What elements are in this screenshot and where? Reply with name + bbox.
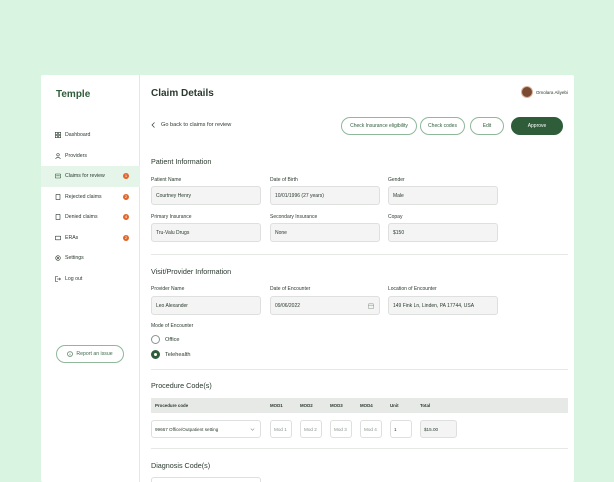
report-issue-label: Report an issue	[76, 351, 113, 357]
encounter-date-label: Date of Encounter	[270, 286, 311, 292]
primary-insurance-label: Primary Insurance	[151, 214, 192, 220]
sidebar-item-denied-claims[interactable]: Denied claims 4	[41, 207, 140, 228]
logout-icon	[55, 275, 61, 282]
procedure-code-value: 99667 Office/Outpatient setting	[155, 426, 219, 432]
location-field[interactable]: 149 Fink Ln, Linden, PA 17744, USA	[388, 296, 498, 315]
column-header: MOD1	[270, 403, 283, 408]
grid-icon	[55, 132, 61, 139]
gender-label: Gender	[388, 177, 405, 183]
calendar-icon[interactable]	[368, 303, 374, 309]
avatar	[520, 86, 533, 98]
patient-section-title: Patient Information	[151, 157, 212, 166]
radio-button-checked[interactable]	[151, 350, 160, 359]
sidebar-item-label: Denied claims	[65, 214, 98, 221]
user-menu[interactable]: Omolara Aliyebi	[520, 86, 568, 98]
radio-label: Office	[165, 336, 180, 343]
radio-office[interactable]: Office	[151, 335, 180, 344]
sidebar-nav: Dashboard Providers Claims for review 1 …	[41, 125, 140, 289]
user-name: Omolara Aliyebi	[535, 89, 568, 95]
back-link[interactable]: Go back to claims for review	[151, 122, 231, 128]
gender-field[interactable]: Male	[388, 186, 498, 205]
check-insurance-button[interactable]: Check Insurance eligibility	[341, 117, 417, 135]
divider	[151, 448, 568, 449]
secondary-insurance-field[interactable]: None	[270, 223, 380, 242]
procedure-section-title: Procedure Code(s)	[151, 381, 212, 390]
chevron-down-icon	[250, 428, 255, 431]
sidebar-item-label: Rejected claims	[65, 193, 102, 200]
count-badge: 2	[123, 234, 129, 241]
copay-field[interactable]: $150	[388, 223, 498, 242]
total-field: $15.00	[420, 420, 457, 438]
radio-label: Telehealth	[165, 351, 191, 358]
sidebar-item-claims-for-review[interactable]: Claims for review 1	[41, 166, 140, 187]
divider	[151, 369, 568, 370]
mode-of-encounter-label: Mode of Encounter	[151, 323, 194, 329]
document-icon	[55, 193, 61, 200]
provider-name-field[interactable]: Leo Alexander	[151, 296, 261, 315]
count-badge: 4	[123, 214, 129, 220]
unit-input[interactable]: 1	[390, 420, 412, 438]
location-label: Location of Encounter	[388, 286, 437, 292]
page-title: Claim Details	[151, 88, 214, 99]
sidebar-item-rejected-claims[interactable]: Rejected claims 2	[41, 187, 140, 208]
brand-logo[interactable]: Temple	[56, 89, 90, 100]
sidebar-item-label: Providers	[65, 152, 87, 159]
sidebar-item-label: Claims for review	[65, 173, 105, 180]
main-content: Claim Details Omolara Aliyebi Go back to…	[140, 75, 574, 482]
sidebar-item-logout[interactable]: Log out	[41, 269, 140, 290]
encounter-date-field[interactable]: 09/06/2022	[270, 296, 380, 315]
chevron-left-icon	[151, 122, 155, 128]
dob-label: Date of Birth	[270, 177, 298, 183]
patient-name-field[interactable]: Courtney Henry	[151, 186, 261, 205]
sidebar-item-label: Settings	[65, 255, 84, 262]
mod1-input[interactable]: Mod 1	[270, 420, 292, 438]
check-codes-button[interactable]: Check codes	[420, 117, 465, 135]
diagnosis-code-input[interactable]	[151, 477, 261, 482]
sidebar-item-providers[interactable]: Providers	[41, 146, 140, 167]
copay-label: Copay	[388, 214, 403, 220]
column-header: Unit	[390, 403, 399, 408]
users-icon	[55, 152, 61, 159]
procedure-table-header: Procedure code MOD1 MOD2 MOD3 MOD4 Unit …	[151, 398, 568, 413]
sidebar-item-eras[interactable]: ERAs 2	[41, 228, 140, 249]
column-header: MOD4	[360, 403, 373, 408]
report-issue-button[interactable]: Report an issue	[56, 345, 124, 363]
mod3-input[interactable]: Mod 3	[330, 420, 352, 438]
claims-icon	[55, 173, 61, 179]
card-icon	[55, 235, 61, 241]
sidebar-item-label: ERAs	[65, 234, 79, 241]
visit-section-title: Visit/Provider Information	[151, 267, 232, 276]
radio-telehealth[interactable]: Telehealth	[151, 350, 191, 359]
gear-icon	[55, 255, 61, 261]
column-header: Total	[420, 403, 431, 408]
mod4-input[interactable]: Mod 4	[360, 420, 382, 438]
provider-name-label: Provider Name	[151, 286, 185, 292]
primary-insurance-field[interactable]: Tru-Valu Drugs	[151, 223, 261, 242]
column-header: Procedure code	[155, 403, 189, 408]
sidebar-item-dashboard[interactable]: Dashboard	[41, 125, 140, 146]
secondary-insurance-label: Secondary Insurance	[270, 214, 318, 220]
document-icon	[55, 214, 61, 221]
divider	[151, 254, 568, 255]
approve-button[interactable]: Approve	[511, 117, 563, 135]
procedure-code-select[interactable]: 99667 Office/Outpatient setting	[151, 420, 261, 438]
radio-button[interactable]	[151, 335, 160, 344]
diagnosis-section-title: Diagnosis Code(s)	[151, 461, 211, 470]
patient-name-label: Patient Name	[151, 177, 182, 183]
encounter-date-value: 09/06/2022	[275, 302, 301, 309]
edit-button[interactable]: Edit	[470, 117, 504, 135]
sidebar-item-label: Log out	[65, 275, 83, 282]
mod2-input[interactable]: Mod 2	[300, 420, 322, 438]
back-link-label: Go back to claims for review	[161, 122, 232, 128]
sidebar-item-settings[interactable]: Settings	[41, 248, 140, 269]
count-badge: 2	[123, 193, 129, 200]
sidebar: Temple Dashboard Providers Claims for re…	[41, 75, 140, 482]
info-icon	[67, 351, 74, 357]
count-badge: 1	[123, 173, 129, 179]
app-window: Temple Dashboard Providers Claims for re…	[41, 75, 574, 482]
column-header: MOD2	[300, 403, 313, 408]
dob-field[interactable]: 10/01/1996 (27 years)	[270, 186, 380, 205]
sidebar-item-label: Dashboard	[65, 132, 91, 139]
column-header: MOD3	[330, 403, 343, 408]
